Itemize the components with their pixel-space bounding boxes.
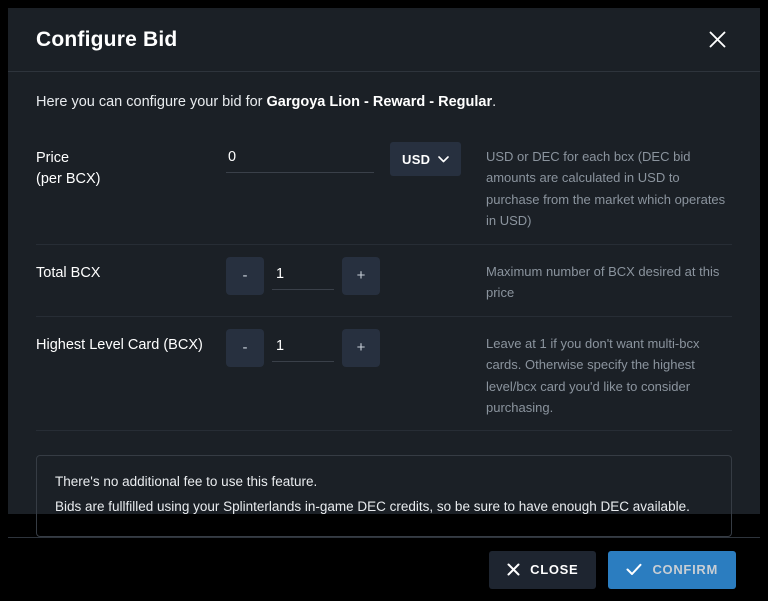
dialog-body: Here you can configure your bid for Garg… <box>8 72 760 538</box>
dialog-footer: CLOSE CONFIRM <box>8 537 760 601</box>
highest-level-control: - + <box>226 327 474 367</box>
currency-select[interactable]: USD <box>390 142 462 176</box>
total-bcx-label: Total BCX <box>36 264 101 281</box>
price-row: Price (per BCX) USD USD or DEC for each … <box>36 130 732 245</box>
close-button[interactable]: CLOSE <box>489 550 597 589</box>
check-icon <box>626 564 642 576</box>
intro-card-name: Gargoya Lion - Reward - Regular <box>266 94 493 110</box>
configure-bid-dialog: Configure Bid Here you can configure you… <box>8 8 760 589</box>
dialog-header: Configure Bid <box>8 8 760 72</box>
info-note-box: There's no additional fee to use this fe… <box>36 455 732 538</box>
price-control: USD <box>226 140 474 176</box>
intro-text: Here you can configure your bid for Garg… <box>36 94 732 110</box>
total-bcx-stepper: - + <box>226 256 380 295</box>
x-icon <box>507 563 520 576</box>
price-label: Price (per BCX) <box>36 140 226 190</box>
total-bcx-decrement-button[interactable]: - <box>226 256 264 295</box>
close-icon[interactable] <box>702 25 732 55</box>
chevron-down-icon <box>438 155 450 162</box>
note-line-1: There's no additional fee to use this fe… <box>55 474 318 490</box>
highest-level-row: Highest Level Card (BCX) - + Leave at 1 … <box>36 317 732 432</box>
note-line-2: Bids are fullfilled using your Splinterl… <box>55 499 690 515</box>
highest-level-input[interactable] <box>272 333 334 362</box>
total-bcx-control: - + <box>226 255 474 295</box>
currency-select-label: USD <box>402 151 431 167</box>
price-label-main: Price <box>36 150 70 166</box>
highest-level-stepper: - + <box>226 328 380 367</box>
total-bcx-increment-button[interactable]: + <box>342 256 380 295</box>
highest-level-hint: Leave at 1 if you don't want multi-bcx c… <box>486 335 700 415</box>
total-bcx-input[interactable] <box>272 261 334 290</box>
close-button-label: CLOSE <box>530 562 579 578</box>
highest-level-decrement-button[interactable]: - <box>226 328 264 367</box>
price-input[interactable] <box>226 145 374 173</box>
total-bcx-row: Total BCX - + Maximum number of BCX desi… <box>36 245 732 317</box>
intro-prefix: Here you can configure your bid for <box>36 94 267 110</box>
confirm-button-label: CONFIRM <box>652 562 718 578</box>
price-label-sub: (per BCX) <box>36 171 101 188</box>
confirm-button[interactable]: CONFIRM <box>608 550 736 589</box>
intro-suffix: . <box>492 94 497 110</box>
page-title: Configure Bid <box>36 27 178 51</box>
total-bcx-hint: Maximum number of BCX desired at this pr… <box>486 263 720 301</box>
highest-level-label: Highest Level Card (BCX) <box>36 336 203 353</box>
price-hint: USD or DEC for each bcx (DEC bid amounts… <box>486 149 726 229</box>
highest-level-increment-button[interactable]: + <box>342 328 380 367</box>
